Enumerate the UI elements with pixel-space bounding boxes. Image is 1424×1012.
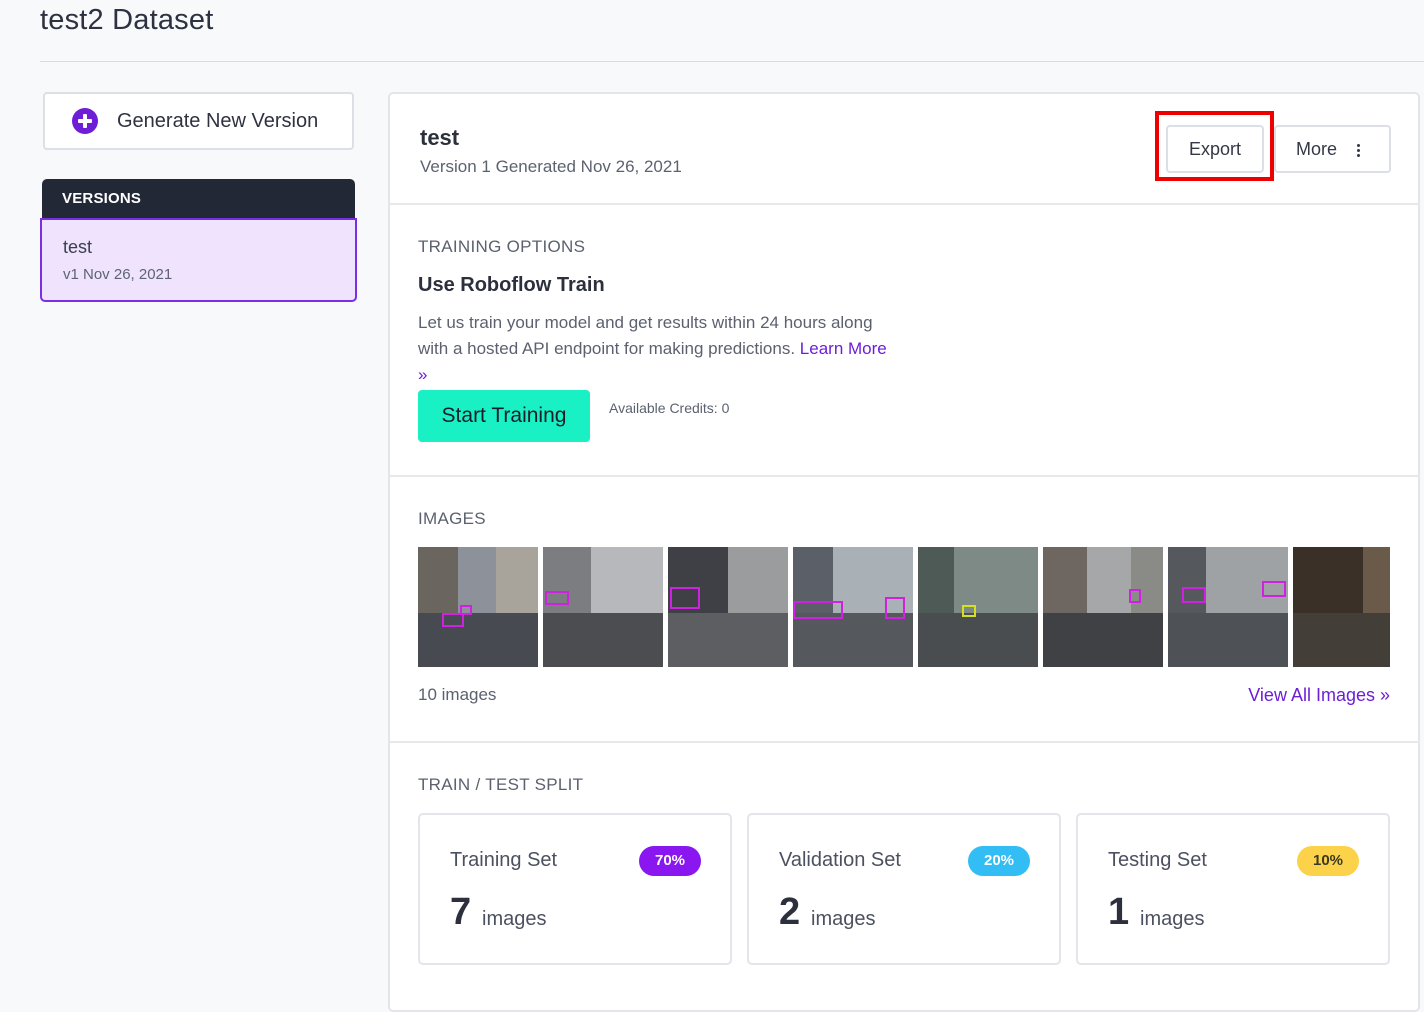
image-thumbnail[interactable]	[1168, 547, 1288, 667]
split-name: Training Set	[450, 849, 558, 871]
images-section: IMAGES 10 images View All Images »	[390, 475, 1420, 741]
image-thumbnail[interactable]	[918, 547, 1038, 667]
version-subtitle: Version 1 Generated Nov 26, 2021	[420, 157, 682, 176]
training-options-section: TRAINING OPTIONS Use Roboflow Train Let …	[390, 203, 1420, 475]
training-title: Use Roboflow Train	[418, 274, 605, 296]
training-description: Let us train your model and get results …	[418, 310, 888, 388]
image-thumbnail[interactable]	[1293, 547, 1390, 667]
train-test-split-section: TRAIN / TEST SPLIT Training Set 70% 7 im…	[390, 741, 1420, 1012]
version-title: test	[420, 125, 460, 150]
version-name: test	[63, 237, 93, 257]
version-detail-card: test Version 1 Generated Nov 26, 2021 Ex…	[388, 92, 1420, 1012]
split-count: 1	[1108, 891, 1130, 933]
split-count: 7	[450, 891, 472, 933]
generate-new-version-button[interactable]: Generate New Version	[43, 92, 354, 150]
title-divider	[40, 61, 1424, 62]
split-percent-badge: 10%	[1297, 846, 1359, 876]
image-thumbnail[interactable]	[793, 547, 913, 667]
split-unit: images	[811, 908, 876, 930]
split-unit: images	[482, 908, 547, 930]
kebab-menu-icon	[1357, 144, 1361, 158]
split-name: Testing Set	[1108, 849, 1207, 871]
more-button[interactable]: More	[1274, 125, 1391, 173]
image-thumbnail[interactable]	[1043, 547, 1163, 667]
start-training-button[interactable]: Start Training	[418, 390, 590, 442]
training-options-label: TRAINING OPTIONS	[418, 237, 586, 256]
version-item-test[interactable]: test v1 Nov 26, 2021	[40, 218, 357, 302]
page-title: test2 Dataset	[40, 4, 214, 36]
image-thumbnail[interactable]	[418, 547, 538, 667]
more-label: More	[1296, 139, 1338, 159]
split-percent-badge: 70%	[639, 846, 701, 876]
validation-set-card: Validation Set 20% 2 images	[747, 813, 1061, 965]
plus-circle-icon	[72, 108, 98, 134]
image-count: 10 images	[418, 685, 497, 704]
version-meta: v1 Nov 26, 2021	[63, 266, 173, 283]
training-set-card: Training Set 70% 7 images	[418, 813, 732, 965]
split-percent-badge: 20%	[968, 846, 1030, 876]
train-test-split-label: TRAIN / TEST SPLIT	[418, 775, 584, 794]
split-unit: images	[1140, 908, 1205, 930]
testing-set-card: Testing Set 10% 1 images	[1076, 813, 1390, 965]
image-thumbnail[interactable]	[543, 547, 663, 667]
export-button[interactable]: Export	[1166, 125, 1264, 173]
split-count: 2	[779, 891, 801, 933]
generate-new-version-label: Generate New Version	[117, 109, 319, 132]
image-thumbnail[interactable]	[668, 547, 788, 667]
split-name: Validation Set	[779, 849, 901, 871]
available-credits: Available Credits: 0	[609, 400, 730, 416]
view-all-images-link[interactable]: View All Images »	[1248, 685, 1390, 706]
images-label: IMAGES	[418, 509, 486, 528]
versions-header: VERSIONS	[42, 179, 355, 219]
image-thumbnail-strip	[418, 547, 1390, 667]
